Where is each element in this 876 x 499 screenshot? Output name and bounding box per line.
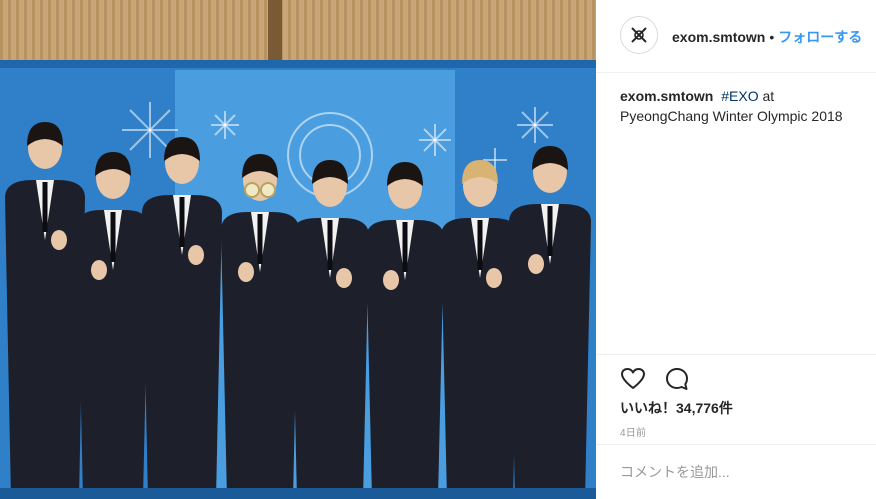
- likes-number: 34,776件: [676, 400, 733, 416]
- post-side-panel: exom.smtown • フォローする exom.smtown #EXO at P…: [596, 0, 876, 499]
- exo-logo-icon[interactable]: [620, 16, 658, 54]
- heart-icon[interactable]: [620, 366, 646, 392]
- caption-username-link[interactable]: exom.smtown: [620, 88, 713, 104]
- caption-hashtag-link[interactable]: #EXO: [721, 88, 758, 104]
- group-photo-image: [0, 0, 596, 499]
- post-actions: [620, 366, 704, 392]
- post-header-line: exom.smtown • フォローする: [672, 27, 862, 47]
- comment-bubble-icon[interactable]: [664, 366, 690, 392]
- username-link[interactable]: exom.smtown: [672, 29, 765, 45]
- post-caption: exom.smtown #EXO at PyeongChang Winter O…: [620, 86, 860, 126]
- post-timestamp[interactable]: 4日前: [620, 424, 646, 439]
- likes-label: いいね！: [620, 400, 676, 416]
- comment-input[interactable]: コメントを追加...: [620, 462, 730, 482]
- likes-count[interactable]: いいね！34,776件: [620, 398, 733, 418]
- actions-divider: [596, 354, 876, 355]
- follow-button[interactable]: フォローする: [778, 29, 862, 45]
- post-photo[interactable]: [0, 0, 596, 499]
- separator-dot: •: [769, 29, 775, 45]
- post-header: exom.smtown • フォローする: [596, 0, 876, 73]
- comment-divider: [596, 444, 876, 445]
